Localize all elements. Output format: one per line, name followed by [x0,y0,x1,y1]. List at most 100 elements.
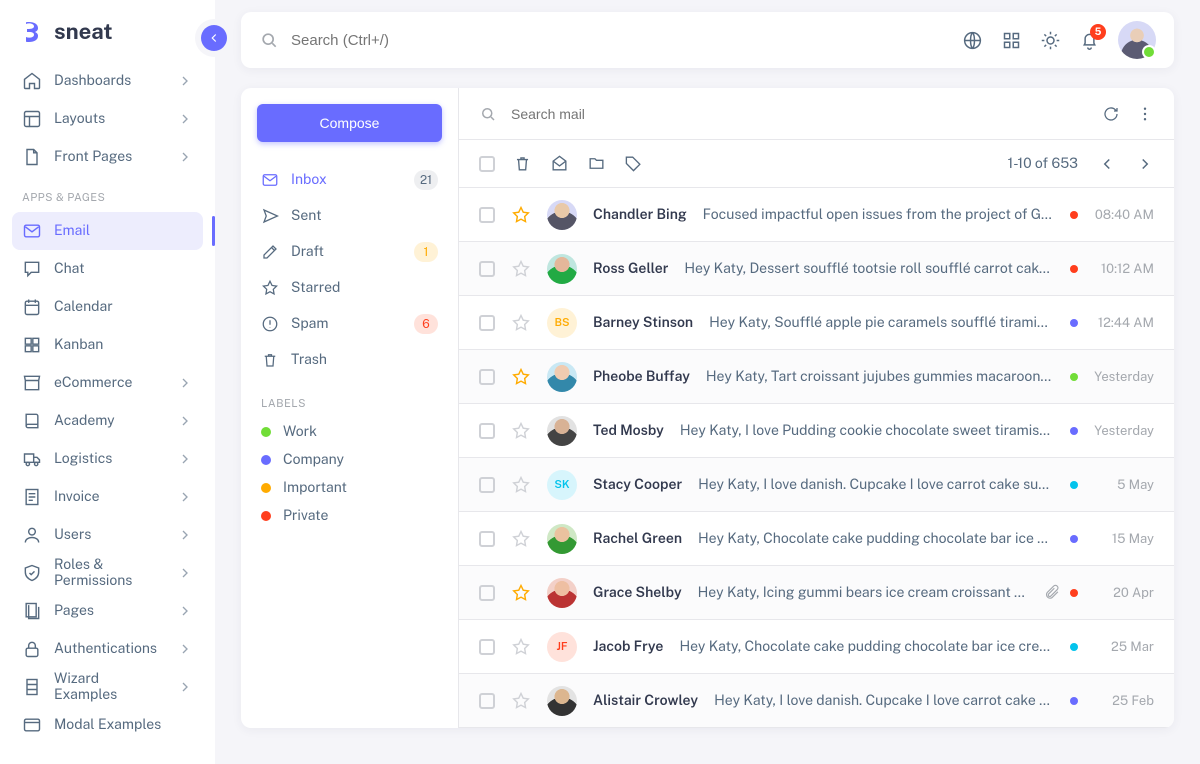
mail-row[interactable]: Ted Mosby Hey Katy, I love Pudding cooki… [459,404,1174,458]
brand[interactable]: sneat [0,18,215,62]
star-toggle[interactable] [511,691,531,711]
delete-button[interactable] [513,154,532,173]
folder-label: Spam [291,316,328,332]
nav-section-title: APPS & PAGES [0,176,215,212]
more-options-button[interactable] [1136,105,1154,123]
sidebar-item-front-pages[interactable]: Front Pages [0,138,215,176]
star-toggle[interactable] [511,475,531,495]
global-search[interactable] [259,30,946,50]
sidebar-item-label: Email [54,223,90,239]
folder-spam[interactable]: Spam 6 [257,308,442,340]
mail-icon [22,221,42,241]
notifications-button[interactable]: 5 [1079,30,1100,51]
mail-row[interactable]: Rachel Green Hey Katy, Chocolate cake pu… [459,512,1174,566]
star-toggle[interactable] [511,313,531,333]
mail-subject: Hey Katy, I love Pudding cookie chocolat… [680,423,1054,439]
folder-badge: 21 [414,170,438,190]
mail-subject: Hey Katy, Chocolate cake pudding chocola… [679,639,1054,655]
row-checkbox[interactable] [479,423,495,439]
row-checkbox[interactable] [479,261,495,277]
sidebar-item-logistics[interactable]: Logistics [0,440,215,478]
sidebar-item-calendar[interactable]: Calendar [0,288,215,326]
sidebar-item-dashboards[interactable]: Dashboards [0,62,215,100]
mark-unread-button[interactable] [550,154,569,173]
label-important[interactable]: Important [257,474,442,502]
mail-row[interactable]: Grace Shelby Hey Katy, Icing gummi bears… [459,566,1174,620]
row-checkbox[interactable] [479,531,495,547]
mail-row[interactable]: Chandler Bing Focused impactful open iss… [459,188,1174,242]
compose-button[interactable]: Compose [257,104,442,142]
sidebar-item-kanban[interactable]: Kanban [0,326,215,364]
sidebar-collapse-button[interactable] [201,25,227,51]
sidebar-item-invoice[interactable]: Invoice [0,478,215,516]
label-private[interactable]: Private [257,502,442,530]
folder-sent[interactable]: Sent [257,200,442,232]
brand-logo-icon [22,19,46,43]
star-toggle[interactable] [511,367,531,387]
sidebar-item-users[interactable]: Users [0,516,215,554]
theme-button[interactable] [1040,30,1061,51]
refresh-button[interactable] [1102,105,1120,123]
folder-trash[interactable]: Trash [257,344,442,376]
move-folder-button[interactable] [587,154,606,173]
label-text: Work [283,424,317,440]
apps-button[interactable] [1001,30,1022,51]
star-toggle[interactable] [511,421,531,441]
row-checkbox[interactable] [479,315,495,331]
next-page-button[interactable] [1136,155,1154,173]
label-company[interactable]: Company [257,446,442,474]
select-all-checkbox[interactable] [479,156,495,172]
label-work[interactable]: Work [257,418,442,446]
mail-subject: Hey Katy, I love danish. Cupcake I love … [698,477,1054,493]
sidebar-item-email[interactable]: Email [12,212,203,250]
mail-from: Barney Stinson [593,315,693,331]
folder-draft[interactable]: Draft 1 [257,236,442,268]
chevron-right-icon [177,413,193,429]
search-input[interactable] [289,31,946,50]
sidebar-item-academy[interactable]: Academy [0,402,215,440]
row-checkbox[interactable] [479,369,495,385]
star-toggle[interactable] [511,205,531,225]
avatar [547,524,577,554]
folder-inbox[interactable]: Inbox 21 [257,164,442,196]
language-button[interactable] [962,30,983,51]
label-dot-icon [261,455,271,465]
user-avatar[interactable] [1118,21,1156,59]
mail-row[interactable]: Alistair Crowley Hey Katy, I love danish… [459,674,1174,728]
label-dot-icon [261,427,271,437]
mail-from: Pheobe Buffay [593,369,690,385]
mail-row[interactable]: Ross Geller Hey Katy, Dessert soufflé to… [459,242,1174,296]
label-button[interactable] [624,154,643,173]
star-toggle[interactable] [511,259,531,279]
star-toggle[interactable] [511,529,531,549]
row-checkbox[interactable] [479,477,495,493]
sidebar-item-layouts[interactable]: Layouts [0,100,215,138]
row-checkbox[interactable] [479,693,495,709]
mail-from: Grace Shelby [593,585,682,601]
sidebar-item-wizard-examples[interactable]: Wizard Examples [0,668,215,706]
sidebar-item-label: eCommerce [54,375,132,391]
mail-row[interactable]: BS Barney Stinson Hey Katy, Soufflé appl… [459,296,1174,350]
mail-row[interactable]: JF Jacob Frye Hey Katy, Chocolate cake p… [459,620,1174,674]
star-toggle[interactable] [511,583,531,603]
sidebar-item-ecommerce[interactable]: eCommerce [0,364,215,402]
sidebar-item-label: Users [54,527,91,543]
chevron-right-icon [177,527,193,543]
notification-badge: 5 [1090,24,1106,40]
mail-row[interactable]: SK Stacy Cooper Hey Katy, I love danish.… [459,458,1174,512]
chevron-right-icon [177,489,193,505]
row-checkbox[interactable] [479,585,495,601]
row-checkbox[interactable] [479,639,495,655]
star-toggle[interactable] [511,637,531,657]
prev-page-button[interactable] [1098,155,1116,173]
sidebar-item-pages[interactable]: Pages [0,592,215,630]
folder-starred[interactable]: Starred [257,272,442,304]
mail-search-input[interactable] [509,105,1090,123]
sidebar-item-modal-examples[interactable]: Modal Examples [0,706,215,744]
sidebar-item-authentications[interactable]: Authentications [0,630,215,668]
avatar [547,578,577,608]
sidebar-item-roles-permissions[interactable]: Roles & Permissions [0,554,215,592]
row-checkbox[interactable] [479,207,495,223]
mail-row[interactable]: Pheobe Buffay Hey Katy, Tart croissant j… [459,350,1174,404]
sidebar-item-chat[interactable]: Chat [0,250,215,288]
